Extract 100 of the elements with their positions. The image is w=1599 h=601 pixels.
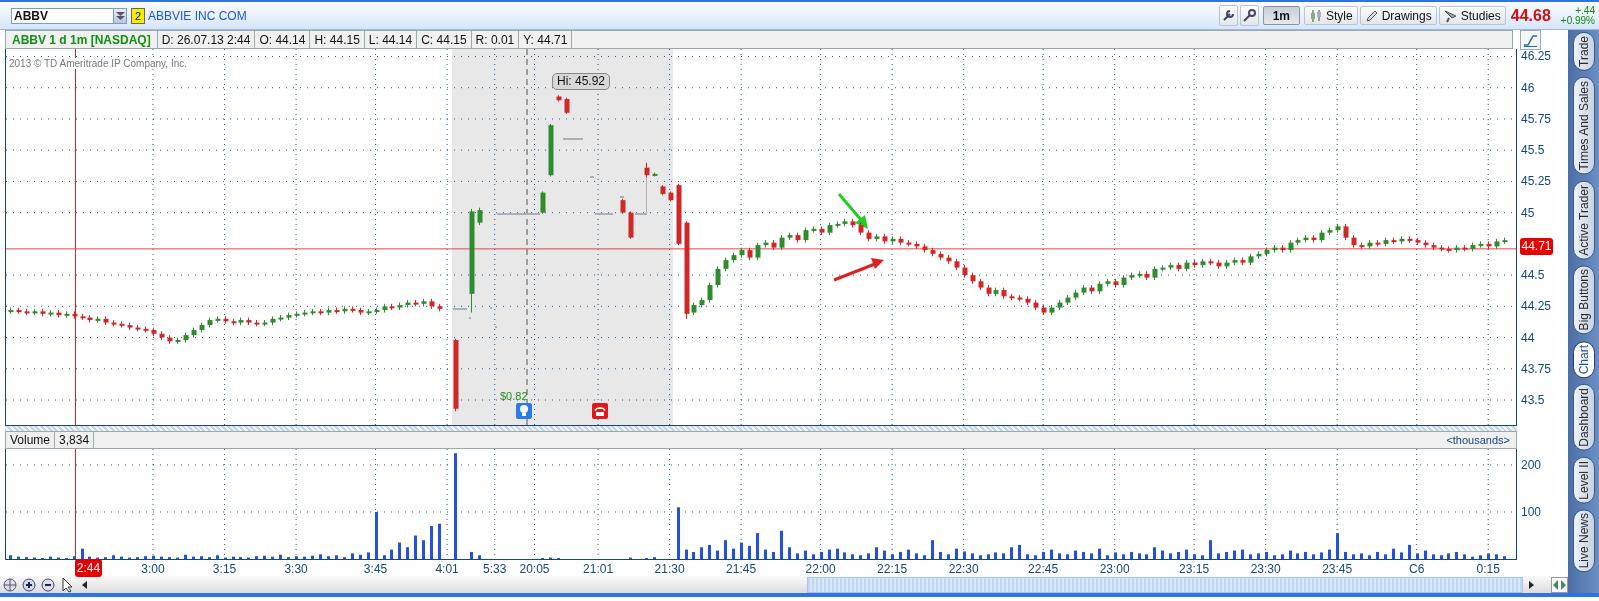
bar [1217,553,1220,559]
copyright-text: 2013 © TD Ameritrade IP Company, Inc. [9,58,187,69]
bar [383,555,386,559]
toolbar-button[interactable]: Studies [1438,6,1506,25]
volume-axis-label: 200 [1521,457,1542,472]
bar [1257,553,1260,559]
data-field: R: 0.01 [471,31,520,48]
symbol-field[interactable]: ABBV [11,7,114,24]
bar [1408,544,1411,559]
bar [716,550,719,559]
bar [1312,554,1315,559]
price-axis-label: 44.5 [1521,268,1545,283]
side-tab[interactable]: Active Trader [1572,180,1595,260]
bar [1392,548,1395,559]
bar [478,555,481,559]
bar [764,549,767,559]
bar [828,549,831,559]
bar [1384,554,1387,559]
data-field: D: 26.07.13 2:44 [157,31,256,48]
side-tab[interactable]: Dashboard [1572,383,1595,451]
data-field: O: 44.14 [255,31,311,48]
link-group-badge[interactable]: 2 [131,7,145,24]
bar [398,542,401,559]
bar [979,555,982,559]
bar [1042,551,1045,559]
bar [931,540,934,559]
bar [692,551,695,559]
time-axis-label: 20:05 [519,562,550,576]
side-tab[interactable]: Chart [1572,340,1595,378]
side-tab[interactable]: Big Buttons [1572,265,1595,335]
bar [1416,553,1419,559]
bar [851,554,854,559]
bar [112,555,115,559]
bar [1344,551,1347,559]
bar [700,547,703,559]
data-field: L: 44.14 [364,31,418,48]
percent-change: +0.99% [1560,15,1595,26]
bar [907,549,910,559]
bar [1289,550,1292,559]
bar [73,556,76,559]
bar [367,552,370,559]
bar [875,547,878,559]
bar [963,551,966,559]
bar [1090,553,1093,559]
bar [1241,549,1244,559]
bar [327,556,330,559]
price-axis-label: 43.5 [1521,393,1545,407]
price-axis-label: 45.25 [1521,174,1552,189]
bar [1074,550,1077,559]
bar [406,547,409,559]
bar [756,533,759,559]
time-axis-label: 22:15 [877,562,908,576]
toolbar-button[interactable]: Drawings [1359,6,1437,25]
bar [915,553,918,559]
side-tab[interactable]: Live News [1572,509,1595,573]
interval-button[interactable]: 1m [1262,6,1300,25]
price-axis-label: 46 [1521,80,1535,95]
bar [955,548,958,559]
bar [255,556,258,559]
time-axis-label: 22:30 [948,562,979,576]
bar [1296,553,1299,559]
volume-label: Volume [6,432,56,448]
bar [470,551,473,559]
bar [1368,555,1371,559]
bar [1098,548,1101,559]
time-axis-label: 0:15 [1476,562,1500,576]
bar [883,550,886,559]
cursor-time-badge: 2:44 [75,559,102,577]
bar [1320,552,1323,559]
bar [1360,553,1363,559]
bar [1376,551,1379,559]
side-tab[interactable]: Times And Sales [1572,76,1595,175]
bar [295,556,298,559]
bar [891,554,894,559]
bar [1233,550,1236,559]
price-axis-label: 44 [1521,330,1535,345]
time-axis-label: C6 [1409,562,1425,576]
bar [1463,554,1466,559]
bar [859,555,862,559]
bar [1066,554,1069,559]
side-tab[interactable]: Trade [1572,32,1595,71]
bar [843,552,846,559]
bar [1002,553,1005,559]
time-axis-label: 21:30 [654,562,685,576]
candlestick [715,265,721,289]
bar [748,545,751,559]
toolbar-button[interactable]: Style [1304,6,1358,25]
bar [836,548,839,559]
company-name: ABBVIE INC COM [148,8,247,23]
bar [732,548,735,559]
price-axis-label: 45.75 [1521,111,1552,126]
bar [1440,555,1443,559]
side-tab[interactable]: Level II [1572,456,1595,504]
bar [788,547,791,559]
bar [1106,555,1109,559]
bar [987,554,990,559]
bar [1225,551,1228,559]
bar [971,553,974,559]
bar [867,553,870,559]
time-axis-label: 3:45 [363,562,388,576]
